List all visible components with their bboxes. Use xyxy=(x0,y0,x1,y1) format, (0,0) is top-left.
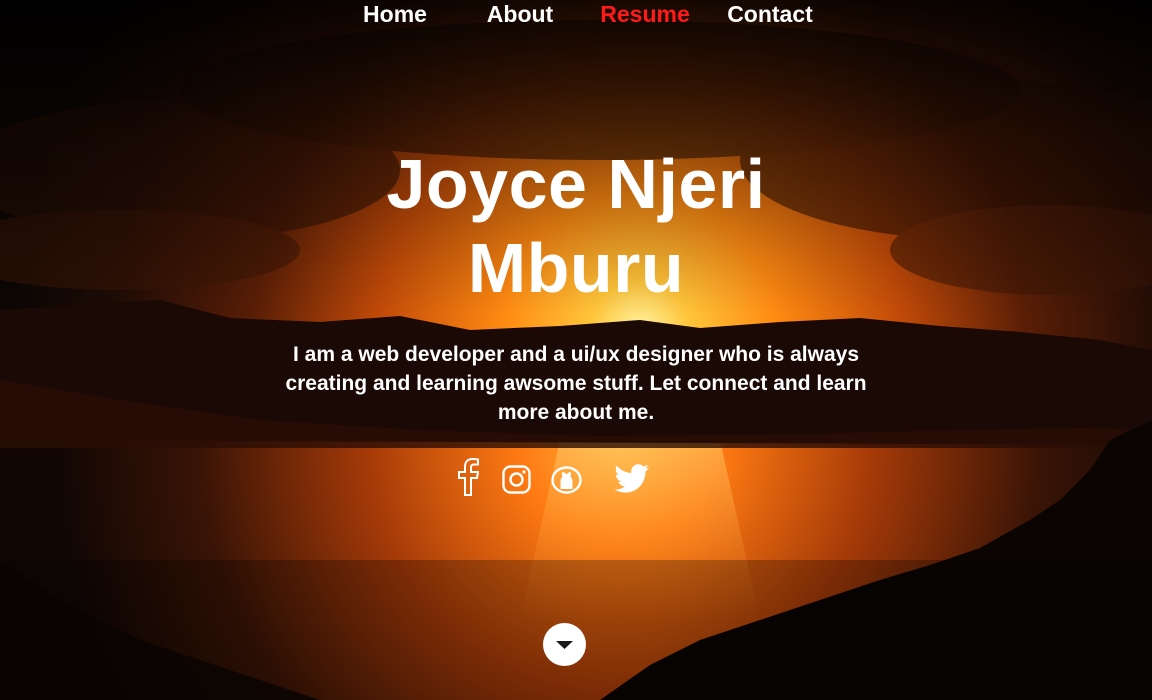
instagram-icon xyxy=(502,465,531,494)
hero-name-line-2: Mburu xyxy=(467,229,685,307)
instagram-link[interactable] xyxy=(502,465,531,494)
github-icon xyxy=(551,466,582,494)
twitter-icon xyxy=(614,464,649,493)
social-links xyxy=(0,456,1152,504)
nav-contact-link[interactable]: Contact xyxy=(710,0,830,28)
facebook-link[interactable] xyxy=(456,457,480,496)
scroll-down-button[interactable] xyxy=(543,623,586,666)
twitter-link[interactable] xyxy=(614,464,650,494)
nav-about-link[interactable]: About xyxy=(460,0,580,28)
chevron-down-icon xyxy=(556,641,573,649)
top-nav: Home About Resume Contact xyxy=(0,0,1152,40)
facebook-icon xyxy=(458,457,480,496)
tagline-line-2: creating and learning awsome stuff. Let … xyxy=(285,372,867,395)
tagline-line-3: more about me. xyxy=(497,401,655,424)
nav-home-link[interactable]: Home xyxy=(335,0,455,28)
hero-section: Home About Resume Contact Joyce Njeri Mb… xyxy=(0,0,1152,700)
hero-tagline: I am a web developer and a ui/ux designe… xyxy=(256,340,896,427)
github-link[interactable] xyxy=(551,465,582,494)
hero-name-heading: Joyce Njeri Mburu xyxy=(300,142,852,310)
nav-resume-link[interactable]: Resume xyxy=(585,0,705,28)
tagline-line-1: I am a web developer and a ui/ux designe… xyxy=(292,343,860,366)
hero-name-line-1: Joyce Njeri xyxy=(386,145,766,223)
